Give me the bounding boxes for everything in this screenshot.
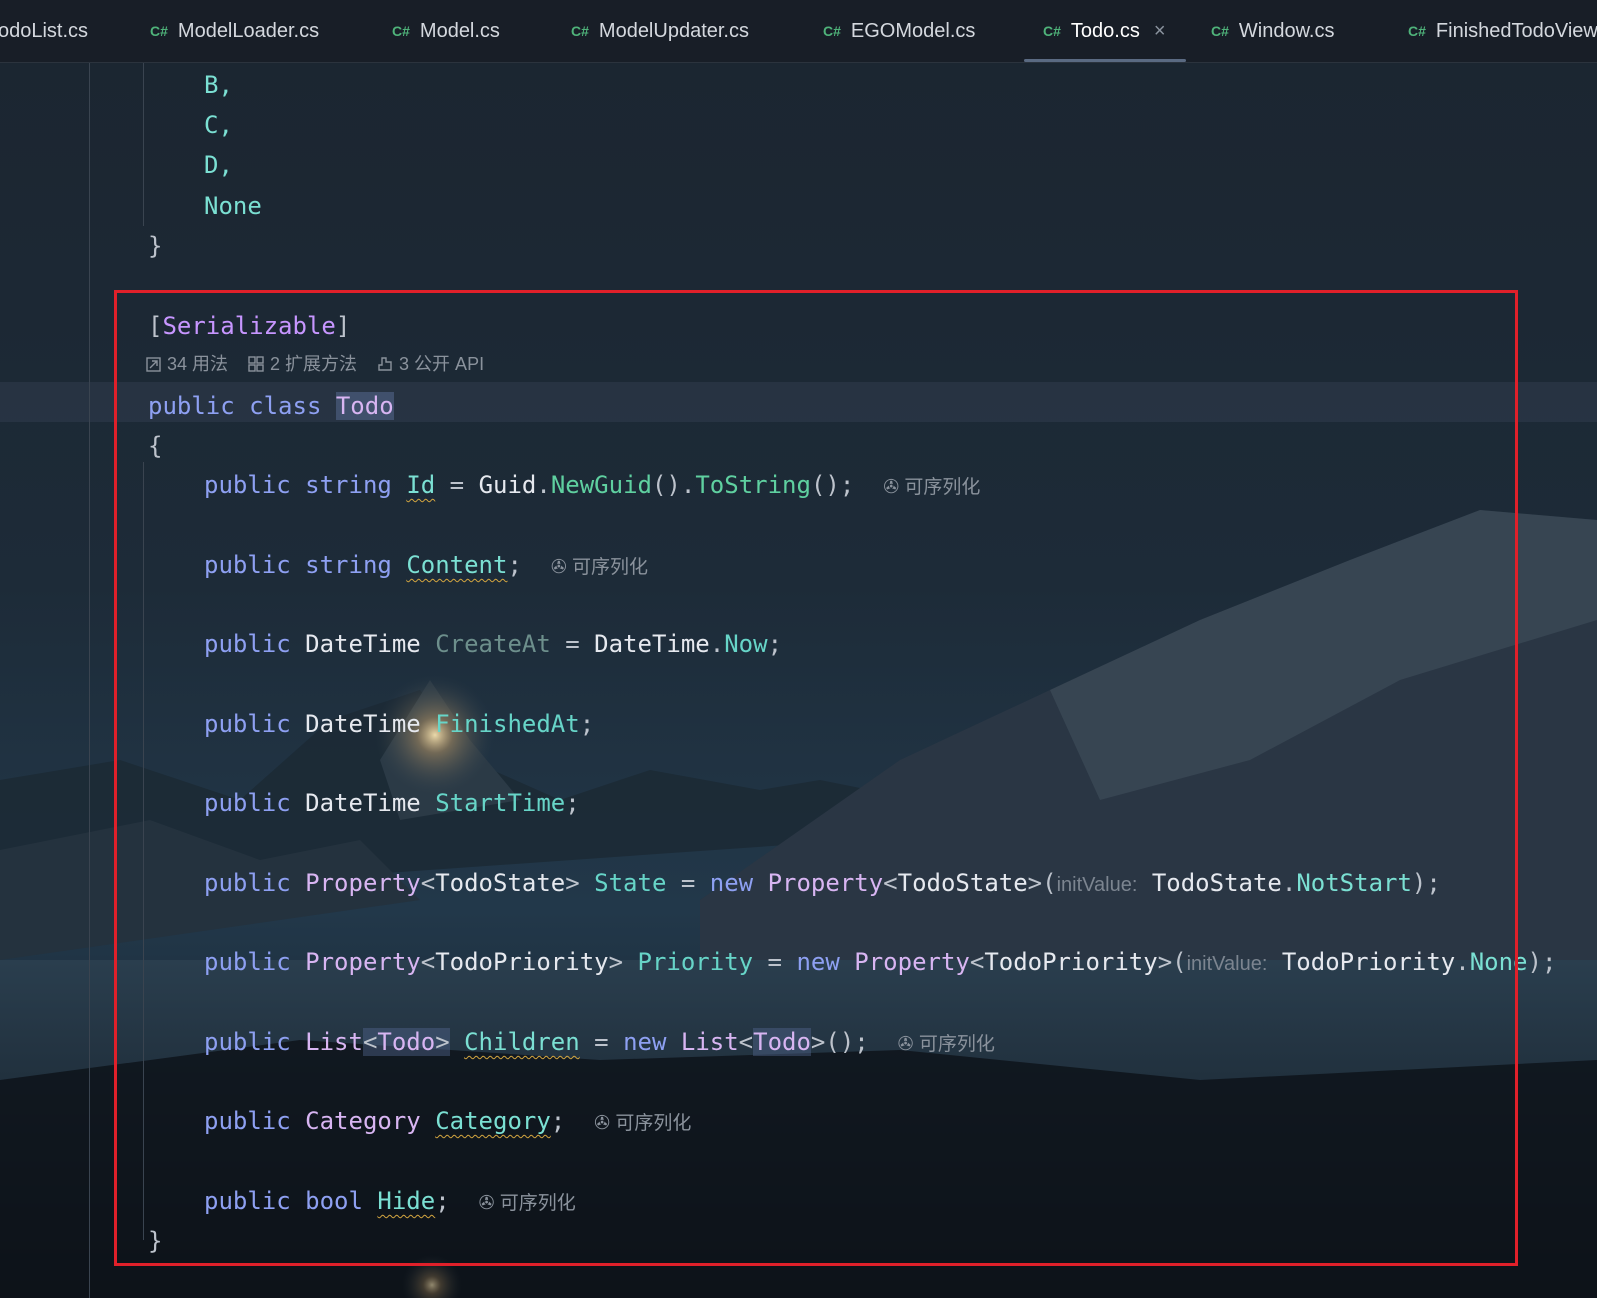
code-line[interactable]: public class Todo [148, 386, 394, 426]
field-hide: Hide [377, 1187, 436, 1215]
tab-label: Model.cs [419, 19, 500, 42]
extension-methods-count: 2 扩展方法 [270, 354, 358, 374]
extension-methods-icon [248, 356, 264, 372]
tab-modelloader[interactable]: C# ModelLoader.cs [150, 0, 319, 62]
code-line[interactable]: D, [204, 145, 233, 185]
field-starttime: StartTime [435, 789, 566, 817]
tab-modelupdater[interactable]: C# ModelUpdater.cs [571, 0, 749, 62]
opening-brace: { [148, 432, 163, 460]
field-id: Id [406, 471, 436, 499]
usages-icon [146, 356, 161, 372]
field-createat: CreateAt [435, 630, 551, 658]
gutter-separator [89, 62, 90, 1298]
code-line[interactable]: public bool Hide; ✇ 可序列化 [204, 1181, 576, 1221]
code-line[interactable]: } [148, 1221, 162, 1261]
tab-model[interactable]: C# Model.cs [392, 0, 500, 62]
tab-todo[interactable]: C# Todo.cs × [1024, 0, 1185, 62]
editor-tab-bar: odoList.cs C# ModelLoader.cs C# Model.cs… [0, 0, 1597, 63]
code-line[interactable]: public DateTime CreateAt = DateTime.Now; [204, 624, 782, 664]
field-priority: Priority [637, 948, 754, 976]
serializable-hint: ✇ 可序列化 [883, 477, 981, 498]
csharp-file-icon: C# [1043, 23, 1061, 39]
csharp-file-icon: C# [1211, 23, 1229, 39]
code-line[interactable]: public string Content; ✇ 可序列化 [204, 545, 648, 585]
code-line[interactable]: public Property<TodoState> State = new P… [204, 863, 1441, 903]
tab-egomodel[interactable]: C# EGOModel.cs [823, 0, 975, 62]
code-line[interactable]: } [148, 226, 162, 266]
csharp-file-icon: C# [1408, 23, 1426, 39]
indent-guide [143, 462, 144, 1240]
code-line[interactable]: public string Id = Guid.NewGuid().ToStri… [204, 465, 980, 505]
public-api-lens[interactable]: 3 公开 API [377, 350, 484, 378]
field-content: Content [406, 551, 508, 579]
code-line[interactable]: public DateTime StartTime; [204, 783, 580, 823]
extension-methods-lens[interactable]: 2 扩展方法 [248, 350, 357, 378]
code-line[interactable]: public DateTime FinishedAt; [204, 704, 594, 744]
code-line[interactable]: None [204, 186, 262, 226]
tab-window[interactable]: C# Window.cs [1211, 0, 1335, 62]
field-category: Category [435, 1107, 551, 1135]
usages-lens[interactable]: 34 用法 [146, 350, 228, 378]
tab-label: ModelUpdater.cs [598, 19, 749, 42]
closing-brace: } [148, 232, 163, 260]
csharp-file-icon: C# [823, 23, 841, 39]
field-state: State [594, 869, 667, 897]
parameter-name-hint: initValue: [1056, 874, 1138, 896]
code-line[interactable]: [Serializable] [148, 306, 350, 346]
tab-finishedtodoview[interactable]: C# FinishedTodoView [1408, 0, 1597, 62]
tab-label: ModelLoader.cs [177, 19, 320, 42]
tab-label: odoList.cs [0, 19, 89, 42]
code-line[interactable]: public Property<TodoPriority> Priority =… [204, 942, 1556, 982]
csharp-file-icon: C# [150, 23, 168, 39]
public-api-count: 3 公开 API [399, 354, 485, 374]
code-line[interactable]: C, [204, 105, 233, 145]
serializable-hint: ✇ 可序列化 [550, 557, 649, 578]
csharp-file-icon: C# [571, 23, 589, 39]
code-line[interactable]: B, [204, 65, 233, 105]
serializable-hint: ✇ 可序列化 [478, 1193, 576, 1214]
tab-todolist[interactable]: odoList.cs [0, 0, 88, 62]
tab-label: EGOModel.cs [850, 19, 976, 42]
serializable-hint: ✇ 可序列化 [897, 1034, 995, 1055]
field-children: Children [464, 1028, 580, 1056]
parameter-name-hint: initValue: [1186, 953, 1268, 975]
attribute-name: Serializable [162, 312, 336, 340]
enum-member: D, [204, 151, 233, 179]
code-line[interactable]: public List<Todo> Children = new List<To… [204, 1022, 995, 1062]
class-name: Todo [335, 392, 394, 420]
close-tab-icon[interactable]: × [1154, 20, 1166, 43]
public-api-icon [378, 357, 392, 371]
tab-label: Todo.cs [1070, 19, 1140, 42]
enum-member: C, [204, 111, 233, 139]
code-line[interactable]: public Category Category; ✇ 可序列化 [204, 1101, 691, 1141]
tab-label: FinishedTodoView [1435, 19, 1597, 42]
tab-label: Window.cs [1238, 19, 1335, 42]
usages-count: 34 用法 [167, 354, 229, 374]
serializable-hint: ✇ 可序列化 [594, 1113, 692, 1134]
enum-member: None [204, 192, 262, 220]
code-line[interactable]: { [148, 426, 162, 466]
code-lens-bar: 34 用法 2 扩展方法 3 公开 API [146, 350, 484, 378]
closing-brace: } [148, 1227, 163, 1255]
csharp-file-icon: C# [392, 23, 410, 39]
field-finishedat: FinishedAt [435, 710, 580, 738]
indent-guide [143, 62, 144, 226]
enum-member: B, [204, 71, 233, 99]
